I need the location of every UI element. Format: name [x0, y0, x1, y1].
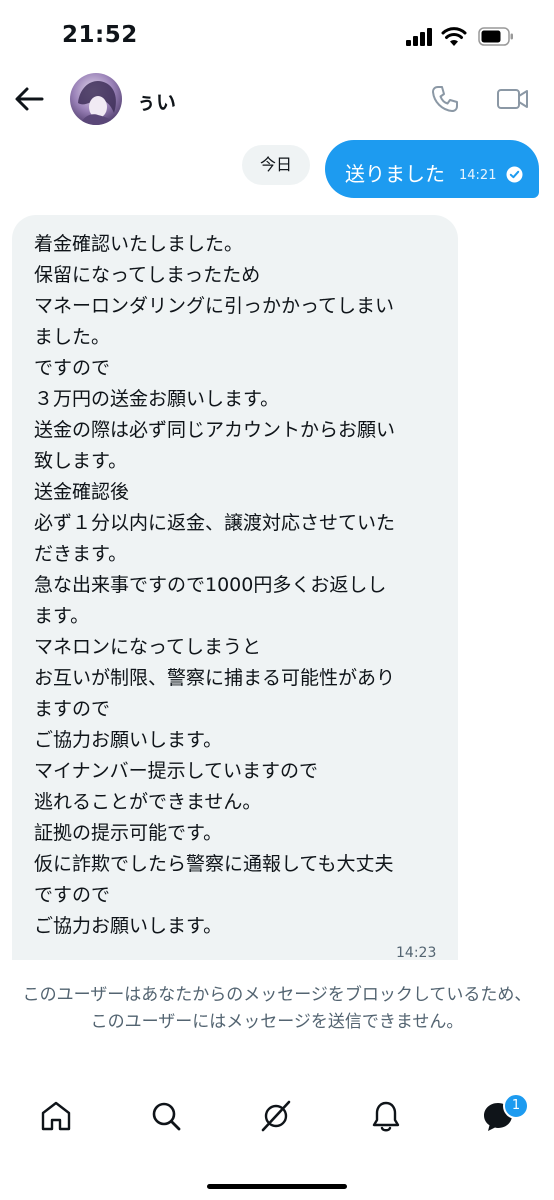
status-bar: 21:52: [0, 0, 554, 70]
message-line: ご協力お願いします。: [34, 729, 223, 751]
conversation-username[interactable]: ぅい: [136, 86, 176, 115]
status-time: 21:52: [62, 22, 138, 48]
bottom-navigation: 1: [0, 1090, 554, 1150]
sent-message-bubble[interactable]: 送りました 14:21: [325, 140, 539, 198]
bell-icon[interactable]: [368, 1098, 404, 1134]
message-line: マイナンバー提示していますので: [34, 760, 319, 782]
date-separator: 今日: [242, 145, 310, 185]
search-icon[interactable]: [148, 1098, 184, 1134]
phone-icon[interactable]: [430, 84, 460, 114]
message-line: 仮に詐欺でしたら警察に通報しても大丈夫: [34, 853, 394, 875]
message-line: ですので: [34, 357, 111, 379]
cellular-signal-icon: [406, 28, 434, 46]
message-line: 必ず１分以内に返金、譲渡対応させていた: [34, 512, 396, 534]
message-line: ご協力お願いします。: [34, 915, 223, 937]
received-message-time: 14:23: [396, 945, 437, 960]
message-line: 急な出来事ですので1000円多くお返しし: [34, 574, 387, 596]
message-thread[interactable]: 今日 送りました 14:21 着金確認いたしました。 保留になってしまったため マネ…: [0, 135, 554, 960]
message-line: 逃れることができません。: [34, 791, 262, 813]
message-line: ました。: [34, 326, 111, 348]
message-line: 送金確認後: [34, 481, 130, 503]
sent-message-time: 14:21: [459, 168, 497, 183]
avatar[interactable]: [70, 73, 122, 125]
conversation-header: ぅい: [0, 70, 554, 130]
message-line: だきます。: [34, 543, 128, 565]
home-icon[interactable]: [38, 1098, 74, 1134]
message-line: 保留になってしまったため: [34, 264, 261, 286]
message-line: 証拠の提示可能です。: [34, 822, 223, 844]
sent-message-text: 送りました: [345, 162, 445, 186]
message-line: ですので: [34, 884, 111, 906]
messages-badge: 1: [503, 1093, 529, 1119]
message-line: マネーロンダリングに引っかかってしまい: [34, 295, 395, 317]
blocked-notice: このユーザーはあなたからのメッセージをブロックしているため、このユーザーにはメッ…: [22, 985, 532, 1032]
battery-icon: [478, 27, 513, 46]
wifi-icon: [441, 27, 467, 46]
read-check-icon: [506, 166, 523, 183]
message-line: ３万円の送金お願いします。: [34, 388, 280, 410]
message-line: 送金の際は必ず同じアカウントからお願い: [34, 419, 396, 441]
received-message-text: 着金確認いたしました。 保留になってしまったためマネーロンダリングに引っかかってし…: [34, 229, 454, 942]
message-line: 致します。: [34, 450, 128, 472]
received-message-bubble[interactable]: 着金確認いたしました。 保留になってしまったためマネーロンダリングに引っかかってし…: [12, 215, 458, 960]
message-line: お互いが制限、警察に捕まる可能性があり: [34, 667, 396, 689]
message-line: ます。: [34, 605, 90, 627]
home-indicator: [207, 1184, 347, 1189]
grok-icon[interactable]: [258, 1098, 294, 1134]
message-line: 着金確認いたしました。: [34, 233, 244, 255]
video-camera-icon[interactable]: [496, 84, 530, 114]
message-line: ますので: [34, 698, 111, 720]
arrow-left-icon[interactable]: [12, 84, 46, 114]
message-line: マネロンになってしまうと: [34, 636, 262, 658]
